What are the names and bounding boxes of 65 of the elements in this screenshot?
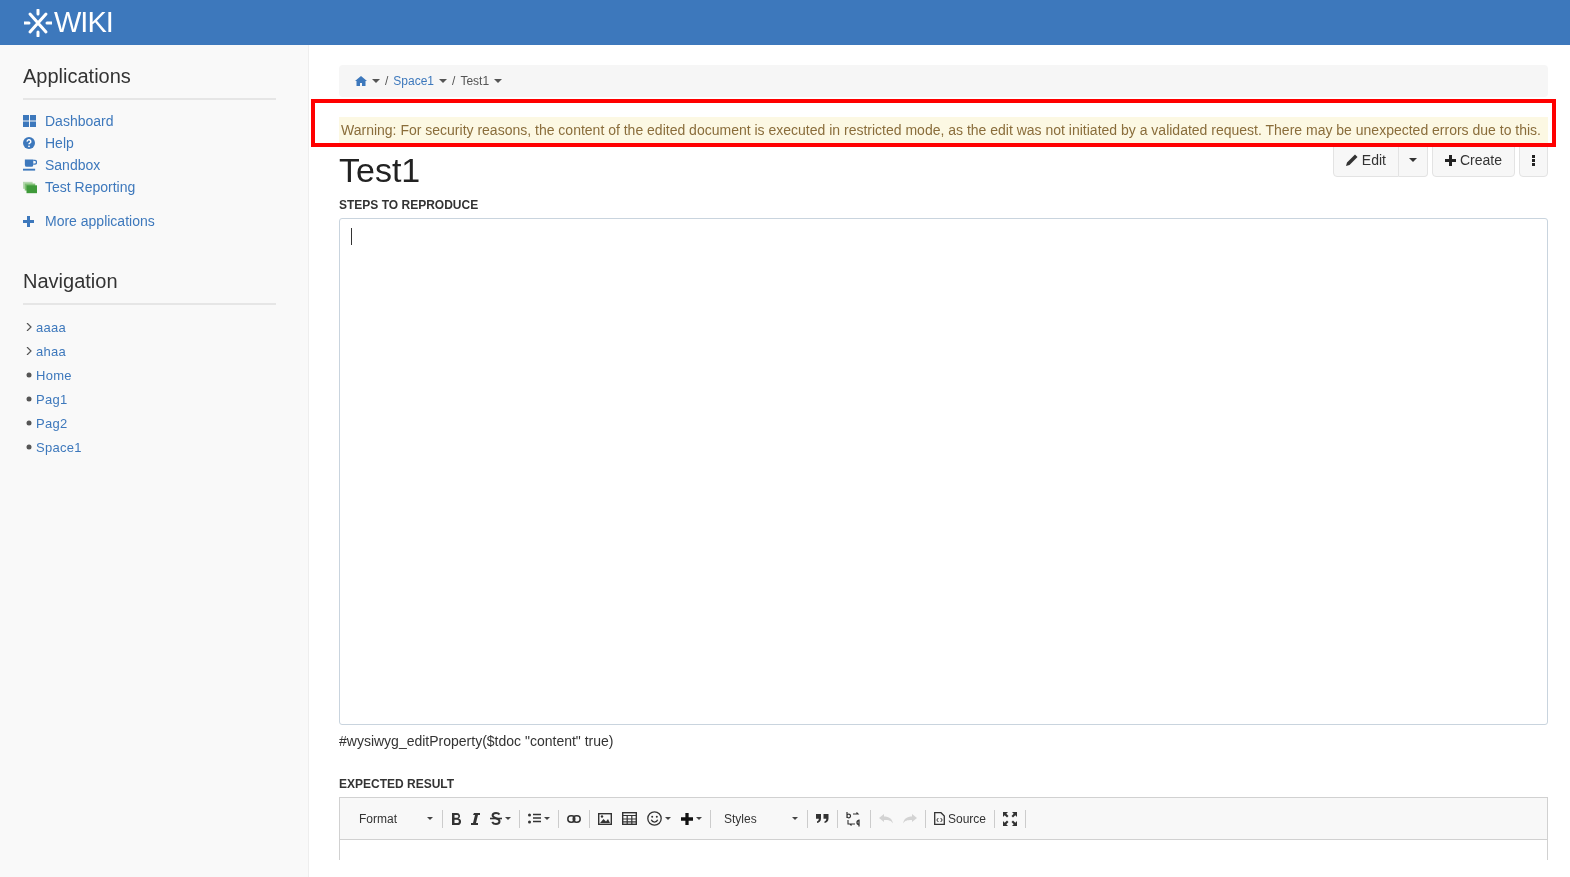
caret-icon	[372, 79, 380, 83]
tree-item[interactable]: Home	[36, 367, 72, 383]
page-title: Test1	[339, 152, 421, 188]
vertical-dots-icon	[1532, 154, 1535, 166]
caret-icon	[427, 817, 433, 820]
chevron-right-icon[interactable]	[26, 347, 32, 355]
caret-icon	[544, 817, 550, 820]
rich-text-editor[interactable]: Format Styles Source	[339, 797, 1548, 860]
plus-icon	[681, 812, 693, 825]
replace-icon	[846, 810, 862, 827]
source-button[interactable]: Source	[929, 805, 992, 832]
bold-icon	[451, 812, 461, 825]
caret-icon	[665, 817, 671, 820]
application-link[interactable]: Dashboard	[23, 110, 276, 132]
plus-icon	[23, 215, 34, 227]
maximize-icon	[1003, 811, 1018, 826]
breadcrumb-separator: /	[385, 74, 389, 88]
dropdown-button[interactable]: Format	[349, 805, 439, 832]
caret-icon	[505, 817, 511, 820]
application-link[interactable]: Sandbox	[23, 154, 276, 176]
link-icon	[567, 814, 581, 823]
field-label: STEPS TO REPRODUCE	[339, 198, 480, 212]
home-icon	[355, 76, 367, 86]
caret-icon	[439, 79, 448, 83]
table-icon	[622, 812, 637, 825]
tree-item[interactable]: Pag2	[36, 415, 68, 431]
help-icon	[23, 137, 35, 149]
cup-icon	[23, 159, 37, 171]
stacked-cards-icon	[23, 180, 37, 194]
field-label: EXPECTED RESULT	[339, 777, 456, 791]
macro-text: #wysiwyg_editProperty($tdoc "content" true)	[339, 733, 615, 749]
undo-icon	[879, 813, 893, 824]
section-heading: Applications	[23, 65, 276, 100]
chevron-right-icon[interactable]	[26, 323, 32, 331]
breadcrumb-link[interactable]: Test1	[460, 74, 503, 88]
pencil-icon	[1345, 154, 1358, 166]
bulleted-list-icon	[528, 813, 541, 824]
tree-item[interactable]: Pag1	[36, 391, 68, 407]
italic-icon	[471, 812, 480, 825]
application-link[interactable]: Help	[23, 132, 276, 154]
dropdown-button[interactable]: Styles	[714, 805, 804, 832]
image-icon	[598, 812, 612, 825]
plus-icon	[1444, 154, 1456, 166]
redo-icon	[903, 813, 917, 824]
logo[interactable]: WIKI	[24, 8, 113, 37]
section-heading: Navigation	[23, 270, 276, 305]
grid-icon	[23, 115, 36, 127]
breadcrumb-separator: /	[452, 74, 456, 88]
strikethrough-icon	[490, 812, 502, 825]
breadcrumb-link[interactable]: Space1	[393, 74, 448, 88]
warning-message: Warning: For security reasons, the content of the edited document is executed in restricted mode, as the edit was not initiated by a validated request. There may be unexpected errors due to this.	[339, 117, 1548, 143]
tree-item[interactable]: ahaa	[36, 343, 67, 359]
more-applications-link[interactable]: More applications	[23, 210, 276, 232]
logo-mark-icon	[24, 8, 52, 37]
tree-item[interactable]: aaaa	[36, 319, 67, 335]
quote-icon	[816, 814, 829, 823]
home-breadcrumb[interactable]	[355, 76, 380, 86]
application-link[interactable]: Test Reporting	[23, 176, 276, 198]
caret-icon	[792, 817, 798, 820]
smiley-icon	[647, 811, 662, 826]
tree-item[interactable]: Space1	[36, 439, 82, 455]
document-code-icon	[934, 812, 945, 825]
caret-icon	[696, 817, 702, 820]
caret-icon	[1408, 158, 1417, 162]
caret-icon	[494, 79, 503, 83]
